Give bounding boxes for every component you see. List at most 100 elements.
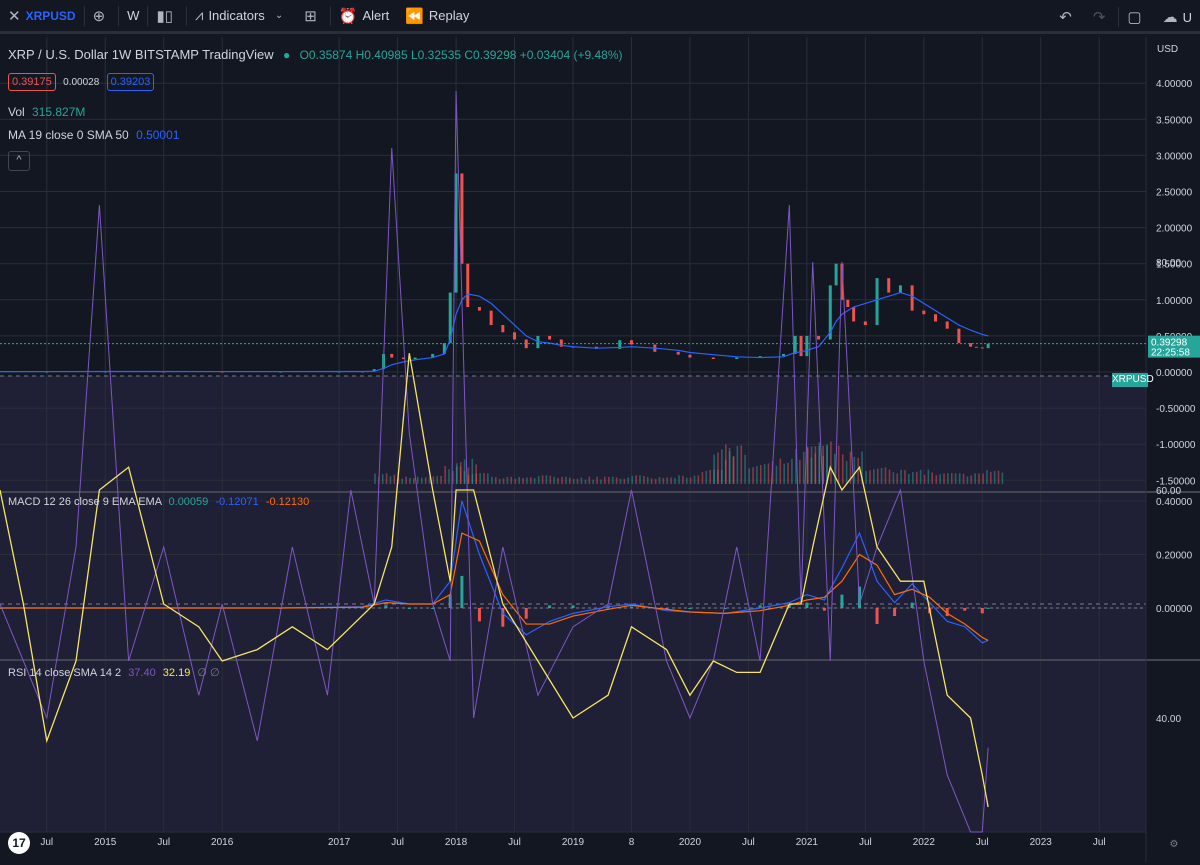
price-candle bbox=[413, 357, 417, 360]
volume-bar bbox=[986, 470, 988, 484]
price-candle bbox=[887, 278, 891, 293]
chart-area[interactable]: USD 4.00000 3.50000 3.00000 2.50000 2.00000 1.… bbox=[0, 37, 1200, 862]
replay-label[interactable]: Replay bbox=[429, 8, 469, 23]
rsi-tick-label: 60.00 bbox=[1156, 486, 1181, 497]
price-tick-label: -0.50000 bbox=[1156, 404, 1196, 415]
volume-bar bbox=[619, 478, 622, 484]
candles-icon[interactable]: ▮▯ bbox=[156, 7, 173, 25]
volume-bar bbox=[756, 466, 758, 484]
ma-legend: MA 19 close 0 SMA 50 0.50001 bbox=[8, 128, 179, 142]
macd-histogram-bar bbox=[840, 594, 844, 608]
volume-bar bbox=[873, 469, 875, 484]
main-legend: XRP / U.S. Dollar 1W BITSTAMP TradingVie… bbox=[8, 47, 623, 62]
volume-bar bbox=[943, 473, 945, 484]
cloud-button[interactable]: ☁ U bbox=[1155, 0, 1200, 34]
volume-bar bbox=[783, 463, 785, 484]
cloud-icon: ☁ bbox=[1162, 9, 1178, 26]
volume-bar bbox=[565, 476, 567, 484]
redo-icon[interactable]: ↷ bbox=[1093, 8, 1106, 26]
price-tick-label: 1.00000 bbox=[1156, 296, 1193, 307]
price-candle bbox=[477, 307, 481, 311]
alert-label[interactable]: Alert bbox=[362, 8, 389, 23]
templates-button[interactable]: ⊞ bbox=[296, 0, 330, 33]
symbol-label[interactable]: XRPUSD bbox=[26, 9, 76, 23]
macd-histogram-bar bbox=[407, 608, 411, 609]
price-candle bbox=[957, 328, 961, 344]
layout-button[interactable]: ▢ bbox=[1119, 0, 1154, 34]
volume-bar bbox=[689, 477, 692, 484]
time-tick-label: Jul bbox=[742, 837, 755, 848]
price-candle bbox=[817, 335, 821, 340]
volume-bar bbox=[876, 468, 879, 484]
interval-button[interactable]: W bbox=[119, 0, 147, 33]
volume-bar bbox=[615, 477, 618, 484]
undo-button[interactable]: ↶ bbox=[1051, 0, 1085, 34]
volume-bar bbox=[845, 461, 848, 484]
price-candle bbox=[934, 314, 938, 322]
time-tick-label: 2023 bbox=[1030, 837, 1053, 848]
volume-bar bbox=[830, 441, 832, 484]
price-tick-label: 0.00000 bbox=[1156, 368, 1193, 379]
sell-price[interactable]: 0.39175 bbox=[8, 73, 56, 91]
chevron-down-icon[interactable]: ⌄ bbox=[275, 10, 283, 21]
volume-bar bbox=[752, 467, 754, 484]
volume-bar bbox=[927, 469, 930, 484]
grid-icon[interactable]: ⊞ bbox=[304, 7, 317, 25]
volume-bar bbox=[802, 451, 805, 484]
price-candle bbox=[513, 332, 517, 340]
chart-canvas[interactable]: USD 4.00000 3.50000 3.00000 2.50000 2.00000 1.… bbox=[0, 37, 1200, 862]
volume-bar bbox=[990, 471, 992, 484]
plus-circle-icon[interactable]: ⊕ bbox=[93, 7, 106, 25]
volume-bar bbox=[818, 442, 821, 484]
volume-bar bbox=[627, 477, 629, 484]
volume-bar bbox=[646, 476, 649, 484]
undo-icon[interactable]: ↶ bbox=[1059, 8, 1072, 26]
volume-bar bbox=[374, 473, 376, 484]
volume-bar bbox=[541, 475, 544, 484]
volume-bar bbox=[732, 456, 735, 484]
indicators-label[interactable]: Indicators bbox=[208, 8, 264, 23]
currency-label: USD bbox=[1157, 44, 1178, 55]
volume-bar bbox=[584, 479, 587, 484]
square-icon[interactable]: ▢ bbox=[1127, 8, 1141, 26]
volume-bar bbox=[456, 463, 458, 484]
collapse-legend-button[interactable]: ^ bbox=[8, 151, 30, 171]
volume-bar bbox=[701, 472, 704, 484]
interval-label[interactable]: W bbox=[127, 8, 139, 23]
volume-bar bbox=[401, 478, 404, 484]
volume-bar bbox=[569, 477, 571, 484]
redo-button[interactable]: ↷ bbox=[1085, 0, 1119, 34]
volume-bar bbox=[592, 479, 595, 484]
volume-bar bbox=[725, 444, 727, 484]
tradingview-logo[interactable]: 17 bbox=[8, 832, 30, 854]
volume-bar bbox=[896, 473, 899, 484]
price-tick-label: 2.00000 bbox=[1156, 224, 1193, 235]
volume-bar bbox=[572, 478, 575, 484]
buy-price[interactable]: 0.39203 bbox=[106, 73, 155, 91]
volume-bar bbox=[997, 470, 1000, 484]
chart-type-button[interactable]: ▮▯ bbox=[148, 0, 186, 33]
volume-bar bbox=[736, 445, 739, 484]
volume-bar bbox=[432, 476, 435, 484]
indicators-button[interactable]: ⩘ Indicators ⌄ bbox=[187, 0, 296, 33]
macd-histogram-bar bbox=[875, 608, 879, 625]
volume-bar bbox=[514, 478, 517, 484]
cloud-label[interactable]: U bbox=[1183, 10, 1192, 25]
volume-bar bbox=[674, 477, 676, 484]
price-tick-label: 3.00000 bbox=[1156, 151, 1193, 162]
volume-bar bbox=[791, 458, 793, 484]
volume-bar bbox=[498, 478, 501, 484]
alert-button[interactable]: ⏰ Alert bbox=[331, 0, 397, 33]
bid-ask-row: 0.39175 0.00028 0.39203 bbox=[8, 73, 155, 91]
time-tick-label: Jul bbox=[391, 837, 404, 848]
macd-histogram-bar bbox=[910, 602, 914, 608]
volume-bar bbox=[958, 473, 961, 484]
close-icon[interactable]: ✕ bbox=[8, 7, 21, 25]
volume-bar bbox=[814, 446, 817, 484]
time-tick-label: 8 bbox=[629, 837, 635, 848]
add-symbol-button[interactable]: ⊕ bbox=[85, 0, 119, 33]
chevron-up-icon[interactable]: ^ bbox=[16, 154, 21, 166]
symbol-selector[interactable]: ✕ XRPUSD bbox=[0, 0, 84, 33]
replay-button[interactable]: ⏪ Replay bbox=[397, 0, 477, 33]
symbol-price-tag: XRPUSD bbox=[1112, 373, 1154, 387]
